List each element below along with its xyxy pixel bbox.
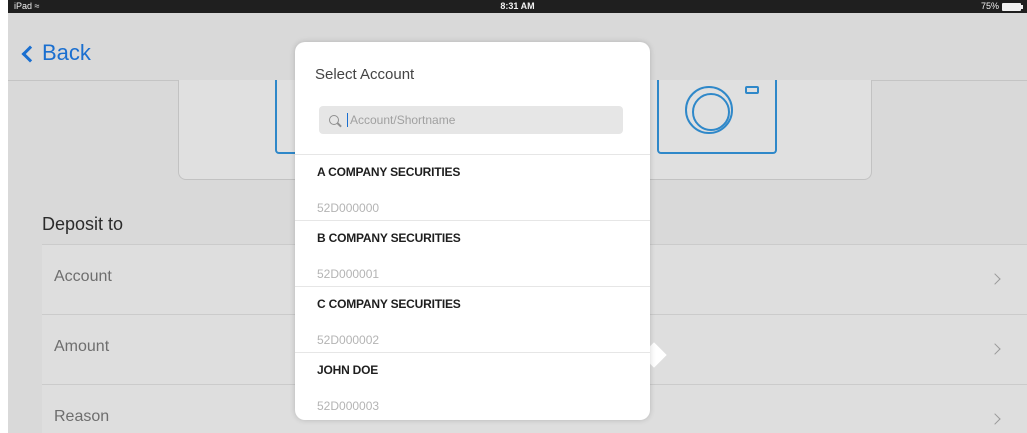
search-field[interactable] [319, 106, 623, 134]
clock: 8:31 AM [500, 1, 535, 11]
back-photo-button[interactable] [657, 80, 777, 154]
account-code: 52D000002 [317, 333, 380, 347]
account-list: A COMPANY SECURITIES 52D000000 B COMPANY… [295, 154, 650, 418]
select-account-popover: Select Account A COMPANY SECURITIES 52D0… [295, 42, 650, 420]
account-code: 52D000000 [317, 201, 380, 215]
chevron-left-icon [21, 45, 39, 62]
account-list-item[interactable]: C COMPANY SECURITIES 52D000002 [295, 286, 650, 352]
camera-flash-icon [745, 86, 759, 94]
ipad-screen: iPad ≈ 8:31 AM 75% Back Deposit to Accou… [8, 0, 1027, 433]
account-name: C COMPANY SECURITIES [317, 297, 461, 311]
account-name: JOHN DOE [317, 363, 379, 377]
account-list-item[interactable]: JOHN DOE 52D000003 [295, 352, 650, 418]
back-button[interactable]: Back [21, 40, 91, 66]
battery-icon [1002, 3, 1023, 11]
camera-icon [685, 86, 733, 134]
chevron-right-icon [989, 343, 1001, 355]
account-list-item[interactable]: A COMPANY SECURITIES 52D000000 [295, 154, 650, 220]
account-code: 52D000003 [317, 399, 380, 413]
account-code: 52D000001 [317, 267, 380, 281]
chevron-right-icon [989, 273, 1001, 285]
search-icon [329, 115, 339, 125]
row-label: Account [54, 268, 112, 285]
chevron-right-icon [989, 413, 1001, 425]
battery-percent: 75% [980, 1, 999, 11]
account-name: B COMPANY SECURITIES [317, 231, 461, 245]
account-list-item[interactable]: B COMPANY SECURITIES 52D000001 [295, 220, 650, 286]
back-label: Back [42, 40, 91, 65]
search-input[interactable] [347, 113, 607, 127]
popover-title: Select Account [315, 66, 415, 83]
section-title: Deposit to [42, 214, 124, 234]
status-bar: iPad ≈ 8:31 AM 75% [8, 0, 1027, 13]
row-label: Reason [54, 408, 110, 425]
row-label: Amount [54, 338, 110, 355]
account-name: A COMPANY SECURITIES [317, 165, 461, 179]
